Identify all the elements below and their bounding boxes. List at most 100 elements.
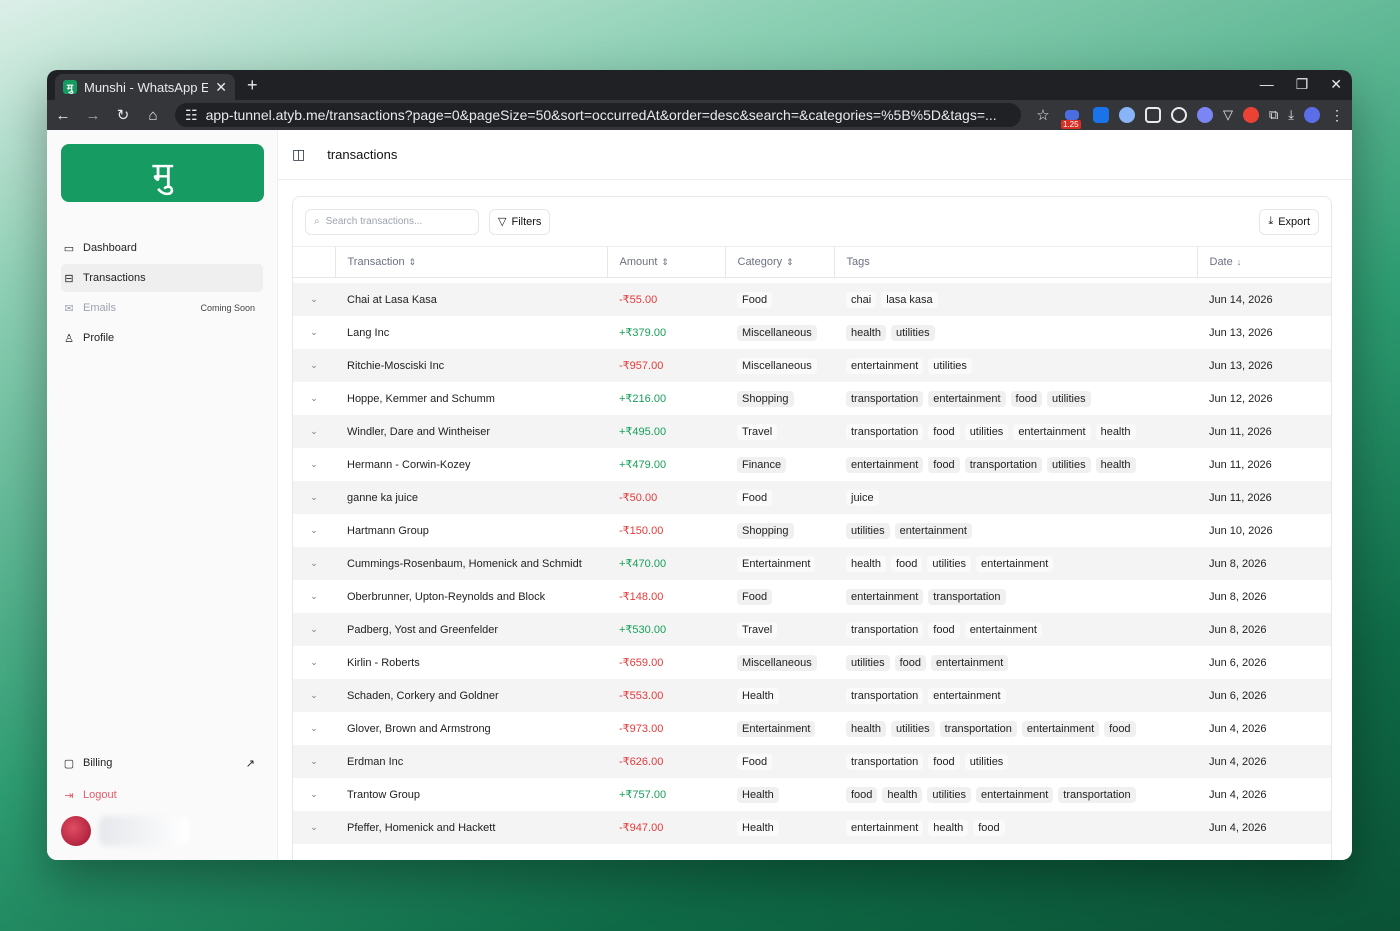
expand-row-icon[interactable]: ⌄: [293, 415, 335, 448]
transaction-tags: health utilities: [834, 316, 1197, 349]
expand-row-icon[interactable]: ⌄: [293, 646, 335, 679]
sync-extension-icon[interactable]: [1170, 107, 1187, 123]
transaction-tags: food health utilities entertainment transpor…: [834, 778, 1197, 811]
search-input[interactable]: ⌕ Search transactions...: [305, 208, 479, 235]
transaction-category: Miscellaneous: [725, 646, 834, 679]
sort-icon: ⇕: [408, 256, 417, 267]
bookmark-star-icon[interactable]: ☆: [1035, 106, 1051, 124]
table-row[interactable]: ⌄ Hartmann Group -₹150.00 Shopping utilities…: [293, 514, 1331, 547]
app-logo[interactable]: मु: [61, 144, 264, 202]
browser-menu-icon[interactable]: ⋮: [1330, 107, 1344, 124]
transaction-name: Lang Inc: [347, 326, 390, 339]
category-badge: Food: [737, 291, 773, 308]
profile-avatar-icon[interactable]: [1304, 107, 1320, 123]
filter-extension-icon[interactable]: ▽: [1223, 107, 1233, 123]
expand-row-icon[interactable]: ⌄: [293, 382, 335, 415]
user-card[interactable]: [61, 816, 263, 846]
download-icon[interactable]: ⤓: [1288, 107, 1294, 123]
table-row[interactable]: ⌄ Glover, Brown and Armstrong -₹973.00 Ente…: [293, 712, 1331, 745]
omnibox[interactable]: ☷ app-tunnel.atyb.me/transactions?page=0…: [175, 103, 1021, 127]
sort-icon: ⇕: [661, 256, 669, 267]
category-badge: Miscellaneous: [737, 324, 817, 341]
table-row[interactable]: ⌄ Chai at Lasa Kasa -₹55.00 Food chai lasa ka…: [293, 283, 1331, 316]
category-badge: Health: [737, 819, 779, 836]
transaction-amount: -₹973.00: [619, 723, 664, 735]
transaction-amount: +₹495.00: [607, 415, 725, 448]
export-button[interactable]: ⤓ Export: [1259, 208, 1319, 235]
record-extension-icon[interactable]: [1242, 107, 1259, 123]
home-icon[interactable]: ⌂: [145, 107, 161, 124]
expand-row-icon[interactable]: ⌄: [293, 481, 335, 514]
table-row[interactable]: ⌄ Padberg, Yost and Greenfelder +₹530.00 Tr…: [293, 613, 1331, 646]
logout-label: Logout: [83, 789, 117, 801]
table-row[interactable]: ⌄ Pfeffer, Homenick and Hackett -₹947.00 He…: [293, 811, 1331, 844]
column-header-amount[interactable]: Amount ⇕: [607, 247, 726, 278]
table-row[interactable]: ⌄ Oberbrunner, Upton-Reynolds and Block -₹…: [293, 580, 1331, 613]
table-row[interactable]: ⌄ Schaden, Corkery and Goldner -₹553.00 Hea…: [293, 679, 1331, 712]
puzzle-extensions-icon[interactable]: ⧉: [1269, 107, 1278, 123]
expand-row-icon[interactable]: ⌄: [293, 514, 335, 547]
category-badge: Shopping: [737, 390, 794, 407]
ethereum-extension-icon[interactable]: [1196, 107, 1213, 123]
close-window-icon[interactable]: ✕: [1330, 76, 1342, 93]
expand-row-icon[interactable]: ⌄: [293, 778, 335, 811]
transaction-name: Windler, Dare and Wintheiser: [335, 415, 607, 448]
transaction-tags: health utilities transportation entertainme…: [834, 712, 1197, 745]
expand-row-icon[interactable]: ⌄: [293, 613, 335, 646]
site-info-icon[interactable]: ☷: [185, 107, 198, 124]
column-header-category[interactable]: Category ⇕: [725, 247, 835, 278]
table-row[interactable]: ⌄ Kirlin - Roberts -₹659.00 Miscellaneous ut…: [293, 646, 1331, 679]
logout-button[interactable]: ⇥ Logout: [61, 780, 263, 810]
transaction-amount: -₹947.00: [607, 811, 725, 844]
transaction-date: Jun 11, 2026: [1197, 415, 1331, 448]
expand-row-icon[interactable]: ⌄: [293, 679, 335, 712]
expand-row-icon[interactable]: ⌄: [293, 283, 335, 316]
close-tab-icon[interactable]: ✕: [215, 79, 227, 96]
transaction-tags: entertainment utilities: [834, 349, 1197, 382]
filters-button[interactable]: ▽ Filters: [489, 208, 551, 235]
category-badge: Miscellaneous: [737, 357, 817, 374]
expand-row-icon[interactable]: ⌄: [293, 349, 335, 382]
expand-row-icon[interactable]: ⌄: [293, 547, 335, 580]
expand-row-icon[interactable]: ⌄: [293, 316, 335, 349]
expand-row-icon[interactable]: ⌄: [293, 580, 335, 613]
billing-link[interactable]: ▢ Billing ↗: [61, 748, 263, 778]
bitwarden-icon[interactable]: [1092, 107, 1109, 123]
table-row[interactable]: ⌄ Cummings-Rosenbaum, Homenick and Schmid…: [293, 547, 1331, 580]
column-header-transaction[interactable]: Transaction ⇕: [335, 247, 608, 278]
table-row[interactable]: ⌄ Ritchie-Mosciski Inc -₹957.00 Miscellaneo…: [293, 349, 1331, 382]
table-row[interactable]: ⌄ Lang Inc +₹379.00 Miscellaneous health util…: [293, 316, 1331, 349]
expand-row-icon[interactable]: ⌄: [293, 448, 335, 481]
category-badge: Entertainment: [737, 720, 816, 737]
glasses-extension-icon[interactable]: [1118, 107, 1135, 123]
table-row[interactable]: ⌄ ganne ka juice -₹50.00 Food juice Jun 11, 2…: [293, 481, 1331, 514]
reload-icon[interactable]: ↻: [115, 106, 131, 124]
restore-icon[interactable]: ❐: [1296, 76, 1309, 93]
tag-chip: food: [894, 654, 927, 671]
table-row[interactable]: ⌄ Windler, Dare and Wintheiser +₹495.00 Tra…: [293, 415, 1331, 448]
expand-row-icon[interactable]: ⌄: [293, 811, 335, 844]
sidebar-toggle-icon[interactable]: ◫: [292, 146, 305, 163]
back-icon[interactable]: ←: [55, 107, 71, 124]
table-row[interactable]: ⌄ Hoppe, Kemmer and Schumm +₹216.00 Shoppin…: [293, 382, 1331, 415]
forward-icon[interactable]: →: [85, 107, 101, 124]
transactions-table: Transaction ⇕ Amount ⇕ Category ⇕ Tags Date…: [293, 247, 1331, 844]
browser-tab[interactable]: मु Munshi - WhatsApp E ✕: [55, 74, 235, 100]
expand-row-icon[interactable]: ⌄: [293, 712, 335, 745]
sidebar-item-transactions[interactable]: ⊟ Transactions: [61, 264, 263, 292]
new-tab-icon[interactable]: +: [247, 75, 258, 96]
expand-row-icon[interactable]: ⌄: [293, 745, 335, 778]
table-row[interactable]: ⌄ Erdman Inc -₹626.00 Food transportation foo…: [293, 745, 1331, 778]
user-name-blurred: [99, 816, 189, 846]
column-header-date[interactable]: Date ↓: [1197, 247, 1331, 278]
transaction-amount: -₹148.00: [619, 591, 664, 603]
table-row[interactable]: ⌄ Hermann - Corwin-Kozey +₹479.00 Finance en…: [293, 448, 1331, 481]
extension-badge-icon[interactable]: 1.25: [1060, 107, 1083, 129]
minimize-icon[interactable]: —: [1260, 76, 1274, 93]
table-row[interactable]: ⌄ Trantow Group +₹757.00 Health food health ut…: [293, 778, 1331, 811]
transaction-category: Health: [725, 811, 834, 844]
transaction-name: Chai at Lasa Kasa: [335, 283, 607, 316]
window-extension-icon[interactable]: [1144, 107, 1161, 123]
sidebar-item-dashboard[interactable]: ▭ Dashboard: [61, 234, 263, 262]
sidebar-item-profile[interactable]: ♙ Profile: [61, 324, 263, 352]
